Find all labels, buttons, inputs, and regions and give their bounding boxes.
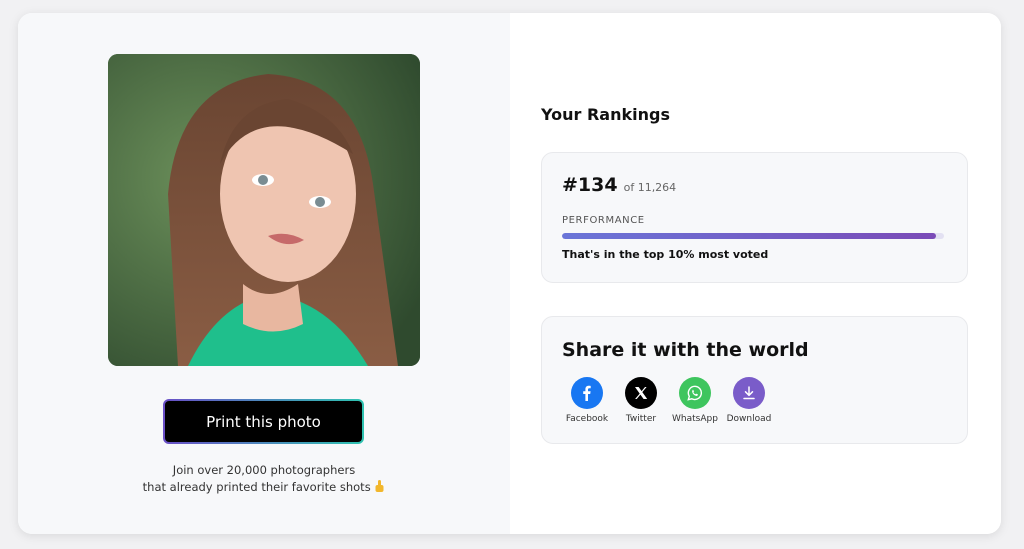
facebook-icon xyxy=(583,385,591,401)
share-label: Download xyxy=(726,414,772,424)
rankings-panel: Your Rankings #134 of 11,264 PERFORMANCE… xyxy=(510,13,1001,534)
performance-label: PERFORMANCE xyxy=(562,215,645,226)
share-label: Facebook xyxy=(565,414,609,424)
rank-number: #134 xyxy=(562,174,618,196)
result-card: Print this photo Join over 20,000 photog… xyxy=(18,13,1001,534)
download-icon xyxy=(743,386,755,400)
share-label: WhatsApp xyxy=(672,414,718,424)
share-facebook-button[interactable]: Facebook xyxy=(560,377,614,424)
share-whatsapp-button[interactable]: WhatsApp xyxy=(668,377,722,424)
performance-text: That's in the top 10% most voted xyxy=(562,248,769,261)
join-line-1: Join over 20,000 photographers xyxy=(172,463,356,477)
join-line-2: that already printed their favorite shot… xyxy=(142,480,371,494)
x-icon xyxy=(635,387,648,399)
whatsapp-icon xyxy=(687,385,703,401)
share-label: Twitter xyxy=(625,414,657,424)
share-twitter-button[interactable]: Twitter xyxy=(614,377,668,424)
download-button[interactable]: Download xyxy=(722,377,776,424)
share-buttons: Facebook Twitter WhatsApp Download xyxy=(560,377,776,424)
share-title: Share it with the world xyxy=(562,339,809,361)
join-text: Join over 20,000 photographers that alre… xyxy=(18,462,510,496)
ranking-card: #134 of 11,264 PERFORMANCE That's in the… xyxy=(541,152,968,283)
print-photo-button[interactable]: Print this photo xyxy=(163,399,364,444)
photo-panel: Print this photo Join over 20,000 photog… xyxy=(18,13,510,534)
rank-total: of 11,264 xyxy=(623,181,677,194)
pointing-hand-icon xyxy=(375,480,384,492)
rankings-title: Your Rankings xyxy=(541,105,670,124)
performance-bar-fill xyxy=(562,233,937,239)
portrait-photo xyxy=(108,54,420,366)
share-card: Share it with the world Facebook Twitter xyxy=(541,316,968,444)
performance-bar xyxy=(562,233,944,239)
